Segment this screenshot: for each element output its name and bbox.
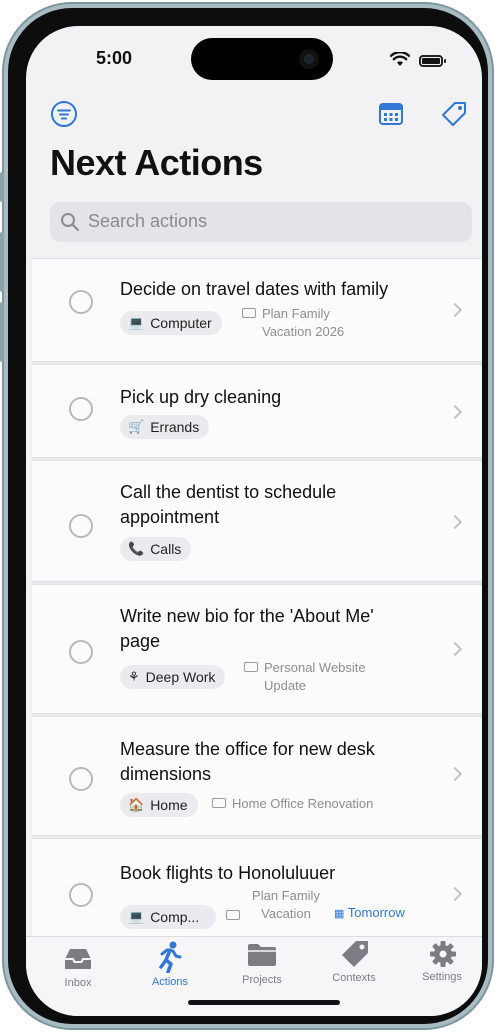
camera-icon [299, 49, 319, 69]
phone-icon: 📞 [128, 541, 145, 556]
search-icon [61, 213, 79, 231]
laptop-icon: 💻 [128, 315, 145, 330]
task-title: Book flights to Honoluluuer [120, 863, 336, 883]
tab-label: Projects [242, 974, 282, 986]
task-row[interactable]: Call the dentist to schedule appointment… [32, 460, 482, 582]
cart-icon: 🛒 [128, 419, 145, 434]
chevron-right-icon [447, 886, 463, 902]
task-row[interactable]: Write new bio for the 'About Me' page ⚘ D… [32, 584, 482, 714]
calendar-icon[interactable] [378, 100, 404, 126]
task-row[interactable]: Measure the office for new desk dimensio… [32, 716, 482, 836]
chevron-right-icon [447, 514, 463, 530]
wifi-icon [390, 52, 410, 66]
context-label: Comp... [150, 909, 200, 925]
search-field[interactable]: Search actions [50, 202, 472, 242]
chevron-right-icon [447, 641, 463, 657]
tab-label: Settings [422, 971, 462, 983]
complete-checkbox[interactable] [69, 640, 93, 664]
context-label: Deep Work [145, 669, 216, 685]
task-title: Measure the office for new desk dimensio… [120, 739, 375, 784]
complete-checkbox[interactable] [69, 514, 93, 538]
tab-label: Actions [151, 976, 189, 988]
task-title: Pick up dry cleaning [120, 387, 282, 407]
folder-icon [242, 308, 256, 318]
status-bar: 5:00 [26, 26, 482, 88]
running-person-icon [159, 941, 182, 973]
status-time: 5:00 [96, 48, 133, 68]
context-chip[interactable]: 💻 Computer [120, 311, 222, 335]
context-chip[interactable]: 💻 Comp... [120, 905, 216, 929]
bezel: 5:00 Next Actions Search actions Decide … [8, 8, 488, 1024]
complete-checkbox[interactable] [69, 290, 93, 314]
context-chip[interactable]: 📞 Calls [120, 537, 192, 561]
side-button [0, 172, 4, 202]
dynamic-island [191, 38, 333, 80]
complete-checkbox[interactable] [69, 767, 93, 791]
tag-icon[interactable] [440, 100, 468, 128]
volume-down-button [0, 302, 4, 362]
phone-frame: 5:00 Next Actions Search actions Decide … [0, 2, 494, 1030]
task-row[interactable]: Pick up dry cleaning 🛒 Errands [32, 364, 482, 458]
folder-icon [244, 662, 258, 672]
task-title: Decide on travel dates with family [120, 279, 389, 299]
complete-checkbox[interactable] [69, 397, 93, 421]
filter-icon[interactable] [50, 100, 78, 128]
context-label: Computer [150, 315, 212, 331]
tab-label: Contexts [332, 972, 376, 984]
search-placeholder: Search actions [88, 211, 208, 231]
tag-icon [342, 941, 368, 967]
folder-icon [212, 798, 226, 808]
context-label: Errands [150, 419, 200, 435]
gear-icon [430, 941, 456, 967]
context-label: Home [150, 797, 188, 813]
screen: 5:00 Next Actions Search actions Decide … [26, 26, 482, 1016]
context-chip[interactable]: 🏠 Home [120, 793, 198, 817]
inbox-icon [65, 949, 91, 969]
folder-icon [248, 944, 276, 966]
battery-icon [419, 55, 446, 67]
focus-icon: ⚘ [128, 669, 140, 684]
task-row[interactable]: Book flights to Honoluluuer 💻 Comp... Pla… [32, 838, 482, 950]
calendar-icon: ▦ [334, 908, 345, 920]
home-indicator [188, 1000, 340, 1005]
chevron-right-icon [447, 766, 463, 782]
task-row[interactable]: Decide on travel dates with family 💻 Comp… [32, 258, 482, 362]
chevron-right-icon [447, 302, 463, 318]
volume-up-button [0, 232, 4, 292]
context-chip[interactable]: 🛒 Errands [120, 415, 210, 439]
task-title: Write new bio for the 'About Me' page [120, 606, 374, 651]
page-title: Next Actions [50, 142, 263, 183]
folder-icon [226, 910, 240, 920]
context-chip[interactable]: ⚘ Deep Work [120, 665, 226, 689]
complete-checkbox[interactable] [69, 883, 93, 907]
laptop-icon: 💻 [128, 909, 145, 924]
due-date: ▦ Tomorrow [334, 905, 405, 920]
tab-label: Inbox [64, 977, 92, 989]
task-title: Call the dentist to schedule appointment [120, 482, 337, 527]
chevron-right-icon [447, 404, 463, 420]
context-label: Calls [150, 541, 182, 557]
house-icon: 🏠 [128, 797, 145, 812]
